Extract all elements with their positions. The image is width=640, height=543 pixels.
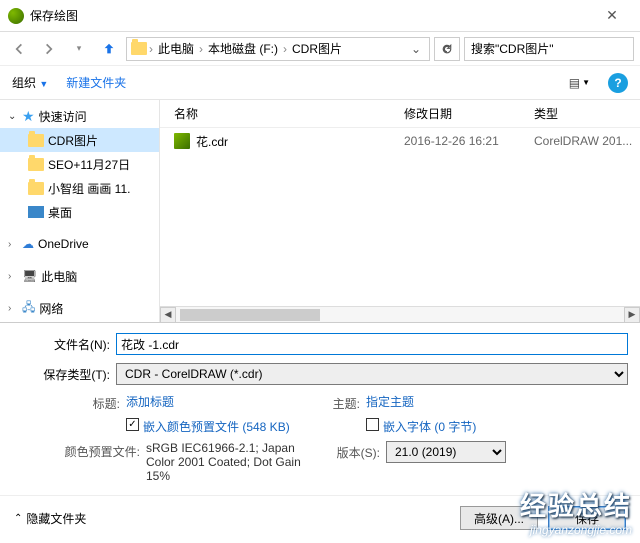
tree-label: 此电脑 (41, 268, 77, 285)
col-name[interactable]: 名称 (174, 105, 404, 122)
twisty-icon[interactable]: › (8, 303, 18, 314)
tree-item[interactable]: SEO+11月27日 (0, 152, 159, 176)
refresh-button[interactable] (434, 37, 460, 61)
tree-label: 快速访问 (39, 108, 87, 125)
navigation-tree: ⌄ ★ 快速访问 CDR图片 SEO+11月27日 小智组 画画 11. 桌面 … (0, 100, 160, 322)
chevron-right-icon: › (199, 42, 203, 56)
tree-label: CDR图片 (48, 132, 98, 149)
filetype-label: 保存类型(T): (12, 366, 116, 383)
save-button[interactable]: 保存 (548, 506, 626, 530)
tree-label: 小智组 画画 11. (48, 180, 130, 197)
recent-dropdown[interactable]: ▾ (66, 36, 92, 62)
file-date: 2016-12-26 16:21 (404, 134, 534, 148)
save-options: 文件名(N): 保存类型(T): CDR - CorelDRAW (*.cdr)… (0, 322, 640, 495)
desktop-icon (28, 206, 44, 218)
embed-font-checkbox[interactable] (366, 418, 379, 431)
scroll-thumb[interactable] (180, 309, 320, 321)
tree-label: 网络 (39, 300, 63, 317)
cloud-icon: ☁ (22, 237, 34, 251)
folder-icon (131, 42, 147, 55)
view-mode-button[interactable]: ▤ ▼ (569, 76, 590, 90)
tree-label: OneDrive (38, 237, 89, 251)
address-bar[interactable]: › 此电脑 › 本地磁盘 (F:) › CDR图片 ⌄ (126, 37, 430, 61)
organize-menu[interactable]: 组织 ▼ (12, 74, 48, 91)
breadcrumb-seg[interactable]: 此电脑 (155, 40, 197, 57)
pc-icon: 🖥 (22, 269, 37, 283)
embed-color-label: 嵌入颜色预置文件 (548 KB) (143, 418, 290, 435)
dialog-footer: ⌃ 隐藏文件夹 高级(A)... 保存 (0, 495, 640, 540)
tree-item[interactable]: CDR图片 (0, 128, 159, 152)
search-placeholder: 搜索"CDR图片" (471, 40, 554, 57)
search-input[interactable]: 搜索"CDR图片" (464, 37, 634, 61)
scroll-right-icon[interactable]: ▶ (624, 307, 640, 323)
file-name: 花.cdr (196, 133, 228, 150)
folder-icon (28, 134, 44, 147)
chevron-right-icon: › (283, 42, 287, 56)
star-icon: ★ (22, 108, 35, 125)
col-date[interactable]: 修改日期 (404, 105, 534, 122)
up-button[interactable] (96, 36, 122, 62)
tree-network[interactable]: › 🖧 网络 (0, 296, 159, 320)
tree-thispc[interactable]: › 🖥 此电脑 (0, 264, 159, 288)
chevron-right-icon: › (149, 42, 153, 56)
back-button[interactable] (6, 36, 32, 62)
titlebar: 保存绘图 ✕ (0, 0, 640, 32)
folder-icon (28, 158, 44, 171)
advanced-button[interactable]: 高级(A)... (460, 506, 538, 530)
twisty-icon[interactable]: › (8, 239, 18, 250)
embed-font-label: 嵌入字体 (0 字节) (383, 418, 476, 435)
chevron-up-icon: ⌃ (14, 513, 22, 524)
embed-color-checkbox[interactable] (126, 418, 139, 431)
profile-value: sRGB IEC61966-2.1; Japan Color 2001 Coat… (146, 441, 316, 483)
hide-folders-toggle[interactable]: ⌃ 隐藏文件夹 (14, 510, 86, 527)
subject-label: 主题: (322, 393, 366, 412)
address-dropdown[interactable]: ⌄ (407, 42, 425, 56)
window-title: 保存绘图 (30, 7, 78, 24)
tag-value[interactable]: 添加标题 (126, 393, 174, 410)
breadcrumb-seg[interactable]: CDR图片 (289, 40, 345, 57)
tree-item[interactable]: 桌面 (0, 200, 159, 224)
file-row[interactable]: 花.cdr 2016-12-26 16:21 CorelDRAW 201... (160, 128, 640, 154)
col-type[interactable]: 类型 (534, 105, 558, 122)
nav-bar: ▾ › 此电脑 › 本地磁盘 (F:) › CDR图片 ⌄ 搜索"CDR图片" (0, 32, 640, 66)
version-label: 版本(S): (322, 444, 386, 461)
tree-label: SEO+11月27日 (48, 156, 130, 173)
horizontal-scrollbar[interactable]: ◀ ▶ (160, 306, 640, 322)
network-icon: 🖧 (22, 298, 35, 319)
toolbar: 组织 ▼ 新建文件夹 ▤ ▼ ? (0, 66, 640, 100)
cdr-file-icon (174, 133, 190, 149)
tree-onedrive[interactable]: › ☁ OneDrive (0, 232, 159, 256)
breadcrumb-seg[interactable]: 本地磁盘 (F:) (205, 40, 281, 57)
version-select[interactable]: 21.0 (2019) (386, 441, 506, 463)
twisty-icon[interactable]: ⌄ (8, 111, 18, 122)
hide-folders-label: 隐藏文件夹 (26, 510, 86, 527)
tag-label: 标题: (62, 393, 126, 412)
profile-label: 颜色预置文件: (62, 441, 146, 460)
tree-quick-access[interactable]: ⌄ ★ 快速访问 (0, 104, 159, 128)
twisty-icon[interactable]: › (8, 271, 18, 282)
folder-icon (28, 182, 44, 195)
column-headers: 名称 修改日期 类型 (160, 100, 640, 128)
filename-input[interactable] (116, 333, 628, 355)
close-button[interactable]: ✕ (592, 1, 632, 31)
tree-label: 桌面 (48, 204, 72, 221)
filename-label: 文件名(N): (12, 336, 116, 353)
filetype-select[interactable]: CDR - CorelDRAW (*.cdr) (116, 363, 628, 385)
scroll-left-icon[interactable]: ◀ (160, 307, 176, 323)
forward-button[interactable] (36, 36, 62, 62)
file-type: CorelDRAW 201... (534, 134, 632, 148)
file-list: 名称 修改日期 类型 花.cdr 2016-12-26 16:21 CorelD… (160, 100, 640, 322)
tree-item[interactable]: 小智组 画画 11. (0, 176, 159, 200)
app-icon (8, 8, 24, 24)
help-button[interactable]: ? (608, 73, 628, 93)
new-folder-button[interactable]: 新建文件夹 (66, 74, 126, 91)
subject-value[interactable]: 指定主题 (366, 393, 414, 410)
